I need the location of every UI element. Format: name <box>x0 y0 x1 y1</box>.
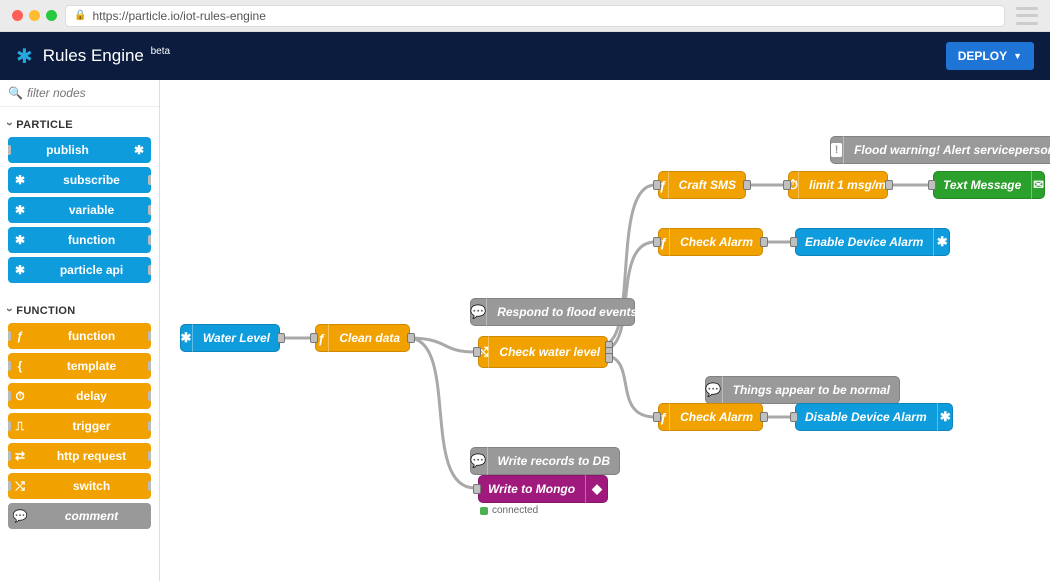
output-port[interactable] <box>277 333 285 343</box>
input-port[interactable] <box>653 180 661 190</box>
title-text: Rules Engine <box>43 46 144 65</box>
output-port[interactable] <box>743 180 751 190</box>
node-check-water-level[interactable]: ⤭ Check water level <box>478 336 608 368</box>
comment-icon: 💬 <box>470 298 487 326</box>
deploy-label: DEPLOY <box>958 49 1007 63</box>
sparkle-icon: ✱ <box>937 403 953 431</box>
palette-search: 🔍 <box>0 80 159 107</box>
beta-badge: beta <box>151 46 170 57</box>
input-port[interactable] <box>310 333 318 343</box>
sparkle-icon: ✱ <box>180 324 193 352</box>
mongo-icon: ◆ <box>585 475 608 503</box>
sparkle-icon: ✱ <box>8 173 32 187</box>
particle-logo-icon: ✱ <box>16 44 33 69</box>
hamburger-icon[interactable] <box>1016 7 1038 25</box>
palette-delay[interactable]: ⏱delay <box>8 383 151 409</box>
output-port[interactable] <box>407 333 415 343</box>
input-port[interactable] <box>653 237 661 247</box>
palette-comment[interactable]: 💬comment <box>8 503 151 529</box>
browser-chrome: 🔒 https://particle.io/iot-rules-engine <box>0 0 1050 32</box>
node-comment-respond[interactable]: 💬 Respond to flood events <box>470 298 635 326</box>
node-text-message[interactable]: Text Message ✉ <box>933 171 1045 199</box>
search-input[interactable] <box>27 86 151 100</box>
output-port[interactable] <box>885 180 893 190</box>
palette-function[interactable]: ƒfunction <box>8 323 151 349</box>
delay-icon: ⏱ <box>8 389 32 404</box>
comment-icon: 💬 <box>705 376 723 404</box>
sparkle-icon: ✱ <box>8 203 32 217</box>
sparkle-icon: ✱ <box>127 143 151 157</box>
node-palette-sidebar: 🔍 PARTICLE publish✱ ✱subscribe ✱variable… <box>0 80 160 581</box>
palette-publish[interactable]: publish✱ <box>8 137 151 163</box>
output-port-3[interactable] <box>605 353 613 363</box>
http-icon: ⇄ <box>8 449 32 463</box>
status-dot-icon <box>480 507 488 515</box>
lock-icon: 🔒 <box>74 10 86 21</box>
category-function[interactable]: FUNCTION <box>0 293 159 323</box>
flow-canvas[interactable]: ✱ Water Level ƒ Clean data 💬 Respond to … <box>160 80 1050 581</box>
alert-icon: ! <box>830 136 844 164</box>
palette-template[interactable]: {template <box>8 353 151 379</box>
page-title: Rules Engine beta <box>43 46 170 66</box>
comment-icon: 💬 <box>470 447 488 475</box>
window-traffic-lights <box>12 10 57 21</box>
palette-variable[interactable]: ✱variable <box>8 197 151 223</box>
output-port[interactable] <box>760 237 768 247</box>
input-port[interactable] <box>653 412 661 422</box>
node-status-mongo: connected <box>480 505 538 516</box>
url-bar[interactable]: 🔒 https://particle.io/iot-rules-engine <box>65 5 1005 27</box>
input-port[interactable] <box>783 180 791 190</box>
switch-icon: ⤭ <box>8 479 32 494</box>
close-window-icon[interactable] <box>12 10 23 21</box>
sparkle-icon: ✱ <box>8 233 32 247</box>
node-clean-data[interactable]: ƒ Clean data <box>315 324 410 352</box>
comment-icon: 💬 <box>8 509 32 523</box>
node-comment-flood-warn[interactable]: ! Flood warning! Alert serviceperson <box>830 136 1050 164</box>
input-port[interactable] <box>928 180 936 190</box>
search-icon: 🔍 <box>8 86 23 100</box>
palette-subscribe[interactable]: ✱subscribe <box>8 167 151 193</box>
input-port[interactable] <box>473 484 481 494</box>
node-check-alarm-2[interactable]: ƒ Check Alarm <box>658 403 763 431</box>
template-icon: { <box>8 359 32 373</box>
trigger-icon: ⎍ <box>8 419 32 434</box>
app-header: ✱ Rules Engine beta DEPLOY ▼ <box>0 32 1050 80</box>
palette-function-blue[interactable]: ✱function <box>8 227 151 253</box>
node-disable-alarm[interactable]: Disable Device Alarm ✱ <box>795 403 953 431</box>
node-comment-write-db[interactable]: 💬 Write records to DB <box>470 447 620 475</box>
maximize-window-icon[interactable] <box>46 10 57 21</box>
node-write-mongo[interactable]: Write to Mongo ◆ <box>478 475 608 503</box>
palette-switch[interactable]: ⤭switch <box>8 473 151 499</box>
minimize-window-icon[interactable] <box>29 10 40 21</box>
palette-trigger[interactable]: ⎍trigger <box>8 413 151 439</box>
palette-particle-api[interactable]: ✱particle api <box>8 257 151 283</box>
input-port[interactable] <box>790 412 798 422</box>
url-text: https://particle.io/iot-rules-engine <box>92 9 265 23</box>
node-rate-limit[interactable]: ⏱ limit 1 msg/m <box>788 171 888 199</box>
node-water-level[interactable]: ✱ Water Level <box>180 324 280 352</box>
deploy-button[interactable]: DEPLOY ▼ <box>946 42 1034 70</box>
node-check-alarm-1[interactable]: ƒ Check Alarm <box>658 228 763 256</box>
category-particle[interactable]: PARTICLE <box>0 107 159 137</box>
input-port[interactable] <box>473 347 481 357</box>
sparkle-icon: ✱ <box>933 228 950 256</box>
input-port[interactable] <box>790 237 798 247</box>
node-enable-alarm[interactable]: Enable Device Alarm ✱ <box>795 228 950 256</box>
chevron-down-icon: ▼ <box>1013 51 1022 61</box>
node-comment-normal[interactable]: 💬 Things appear to be normal <box>705 376 900 404</box>
node-craft-sms[interactable]: ƒ Craft SMS <box>658 171 746 199</box>
function-icon: ƒ <box>8 329 32 343</box>
output-port[interactable] <box>760 412 768 422</box>
sparkle-icon: ✱ <box>8 263 32 277</box>
palette-http-request[interactable]: ⇄http request <box>8 443 151 469</box>
sms-icon: ✉ <box>1031 171 1045 199</box>
